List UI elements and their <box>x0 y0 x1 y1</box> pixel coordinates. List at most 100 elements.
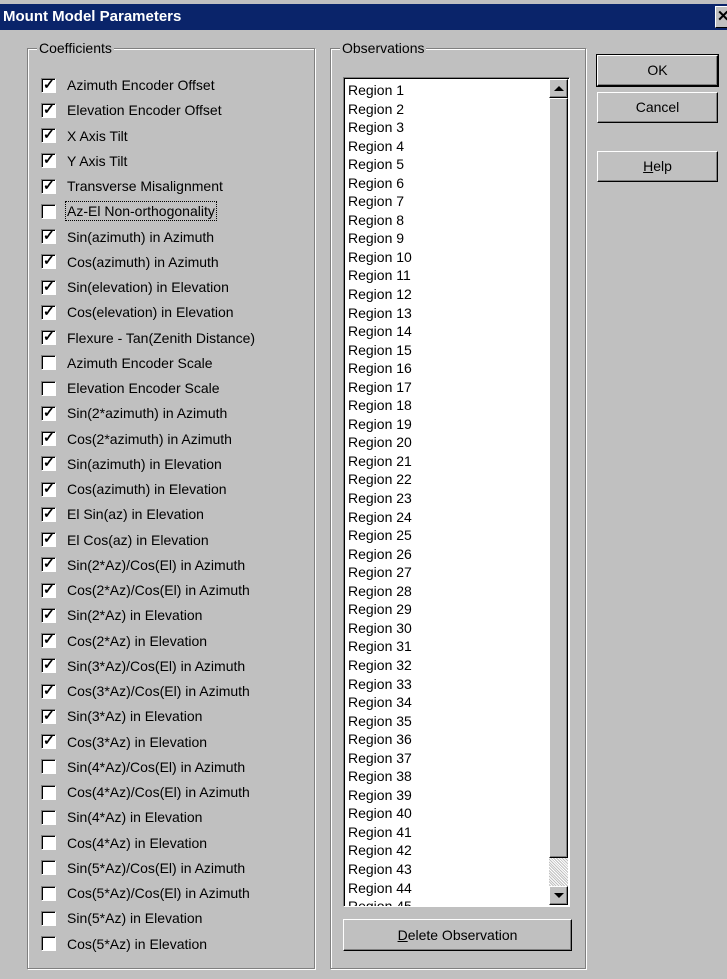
coefficient-checkbox[interactable]: Cos(4*Az) in Elevation <box>41 831 207 855</box>
coefficient-checkbox[interactable]: ✓ Sin(azimuth) in Azimuth <box>41 225 214 249</box>
coefficient-checkbox[interactable]: Cos(5*Az)/Cos(El) in Azimuth <box>41 881 250 905</box>
coefficient-checkbox[interactable]: Sin(5*Az)/Cos(El) in Azimuth <box>41 856 245 880</box>
checkbox-box[interactable]: ✓ <box>41 631 56 648</box>
list-item[interactable]: Region 12 <box>348 285 546 304</box>
list-item[interactable]: Region 16 <box>348 359 546 378</box>
list-item[interactable]: Region 22 <box>348 470 546 489</box>
list-item[interactable]: Region 39 <box>348 786 546 805</box>
coefficient-checkbox[interactable]: ✓ Sin(3*Az) in Elevation <box>41 704 202 728</box>
coefficient-checkbox[interactable]: ✓ Flexure - Tan(Zenith Distance) <box>41 326 255 350</box>
checkbox-box[interactable]: ✓ <box>41 177 56 194</box>
list-item[interactable]: Region 1 <box>348 81 546 100</box>
coefficient-checkbox[interactable]: Az-El Non-orthogonality <box>41 199 217 223</box>
coefficient-checkbox[interactable]: ✓ Cos(azimuth) in Elevation <box>41 477 227 501</box>
coefficient-checkbox[interactable]: ✓ El Cos(az) in Elevation <box>41 528 209 552</box>
list-item[interactable]: Region 4 <box>348 137 546 156</box>
list-item[interactable]: Region 41 <box>348 823 546 842</box>
list-item[interactable]: Region 38 <box>348 767 546 786</box>
coefficient-checkbox[interactable]: ✓ Sin(azimuth) in Elevation <box>41 452 222 476</box>
list-item[interactable]: Region 17 <box>348 378 546 397</box>
checkbox-box[interactable] <box>41 835 56 850</box>
coefficient-checkbox[interactable]: ✓ Cos(azimuth) in Azimuth <box>41 250 219 274</box>
checkbox-box[interactable] <box>41 380 56 396</box>
coefficient-checkbox[interactable]: Sin(4*Az)/Cos(El) in Azimuth <box>41 755 245 779</box>
coefficient-checkbox[interactable]: ✓ Transverse Misalignment <box>41 174 223 198</box>
coefficient-checkbox[interactable]: ✓ Elevation Encoder Offset <box>41 98 222 122</box>
list-item[interactable]: Region 45 <box>348 897 546 906</box>
list-item[interactable]: Region 42 <box>348 841 546 860</box>
ok-button[interactable]: OK <box>596 54 719 87</box>
list-item[interactable]: Region 32 <box>348 656 546 675</box>
observations-listbox[interactable]: Region 1 Region 2 Region 3 Region 4 Region 5… <box>343 77 570 907</box>
coefficient-checkbox[interactable]: Cos(5*Az) in Elevation <box>41 932 207 956</box>
checkbox-box[interactable]: ✓ <box>41 454 56 472</box>
checkbox-box[interactable]: ✓ <box>41 252 56 270</box>
list-item[interactable]: Region 21 <box>348 452 546 471</box>
checkbox-box[interactable] <box>41 860 56 876</box>
coefficient-checkbox[interactable]: Sin(5*Az) in Elevation <box>41 906 202 930</box>
checkbox-box[interactable] <box>41 809 56 825</box>
checkbox-box[interactable]: ✓ <box>41 151 56 169</box>
checkbox-box[interactable] <box>41 936 56 951</box>
list-item[interactable]: Region 35 <box>348 712 546 731</box>
list-item[interactable]: Region 29 <box>348 600 546 619</box>
list-item[interactable]: Region 20 <box>348 433 546 452</box>
list-item[interactable]: Region 5 <box>348 155 546 174</box>
listbox-scrollbar[interactable] <box>549 79 568 905</box>
coefficient-checkbox[interactable]: ✓ El Sin(az) in Elevation <box>41 502 204 526</box>
list-item[interactable]: Region 37 <box>348 749 546 768</box>
list-item[interactable]: Region 19 <box>348 415 546 434</box>
list-item[interactable]: Region 3 <box>348 118 546 137</box>
coefficient-checkbox[interactable]: ✓ Cos(elevation) in Elevation <box>41 300 234 324</box>
coefficient-checkbox[interactable]: Elevation Encoder Scale <box>41 376 220 400</box>
checkbox-box[interactable] <box>41 355 56 371</box>
checkbox-box[interactable]: ✓ <box>41 328 56 345</box>
list-item[interactable]: Region 8 <box>348 211 546 230</box>
checkbox-box[interactable]: ✓ <box>41 404 56 421</box>
coefficient-checkbox[interactable]: ✓ Y Axis Tilt <box>41 149 127 173</box>
list-item[interactable]: Region 36 <box>348 730 546 749</box>
list-item[interactable]: Region 27 <box>348 563 546 582</box>
checkbox-box[interactable] <box>41 759 56 775</box>
delete-observation-button[interactable]: Delete Observation <box>343 919 572 951</box>
checkbox-box[interactable] <box>41 784 56 800</box>
list-item[interactable]: Region 24 <box>348 508 546 527</box>
checkbox-box[interactable]: ✓ <box>41 126 56 143</box>
scroll-down-button[interactable] <box>549 886 568 905</box>
checkbox-box[interactable]: ✓ <box>41 656 56 674</box>
list-item[interactable]: Region 44 <box>348 879 546 898</box>
list-item[interactable]: Region 10 <box>348 248 546 267</box>
list-item[interactable]: Region 40 <box>348 804 546 823</box>
coefficient-checkbox[interactable]: ✓ Sin(3*Az)/Cos(El) in Azimuth <box>41 654 245 678</box>
checkbox-box[interactable]: ✓ <box>41 732 56 749</box>
list-item[interactable]: Region 18 <box>348 396 546 415</box>
coefficient-checkbox[interactable]: ✓ Sin(2*Az) in Elevation <box>41 603 202 627</box>
coefficient-checkbox[interactable]: Azimuth Encoder Scale <box>41 351 213 375</box>
coefficient-checkbox[interactable]: ✓ Sin(elevation) in Elevation <box>41 275 229 299</box>
checkbox-box[interactable]: ✓ <box>41 682 56 699</box>
coefficient-checkbox[interactable]: ✓ Sin(2*Az)/Cos(El) in Azimuth <box>41 553 245 577</box>
list-item[interactable]: Region 28 <box>348 582 546 601</box>
list-item[interactable]: Region 30 <box>348 619 546 638</box>
checkbox-box[interactable]: ✓ <box>41 227 56 244</box>
coefficient-checkbox[interactable]: ✓ X Axis Tilt <box>41 124 128 148</box>
list-item[interactable]: Region 43 <box>348 860 546 879</box>
coefficient-checkbox[interactable]: ✓ Azimuth Encoder Offset <box>41 73 215 97</box>
checkbox-box[interactable]: ✓ <box>41 303 56 320</box>
list-item[interactable]: Region 13 <box>348 304 546 323</box>
scroll-thumb[interactable] <box>549 98 568 858</box>
checkbox-box[interactable]: ✓ <box>41 76 56 93</box>
checkbox-box[interactable]: ✓ <box>41 606 56 623</box>
checkbox-box[interactable] <box>41 885 56 901</box>
coefficient-checkbox[interactable]: Sin(4*Az) in Elevation <box>41 805 202 829</box>
checkbox-box[interactable]: ✓ <box>41 707 56 724</box>
scroll-up-button[interactable] <box>549 79 568 98</box>
coefficient-checkbox[interactable]: ✓ Cos(2*Az)/Cos(El) in Azimuth <box>41 578 250 602</box>
list-item[interactable]: Region 11 <box>348 266 546 285</box>
list-item[interactable]: Region 26 <box>348 545 546 564</box>
coefficient-checkbox[interactable]: ✓ Cos(2*Az) in Elevation <box>41 629 207 653</box>
checkbox-box[interactable]: ✓ <box>41 429 56 446</box>
cancel-button[interactable]: Cancel <box>597 92 718 123</box>
list-item[interactable]: Region 9 <box>348 229 546 248</box>
list-item[interactable]: Region 6 <box>348 174 546 193</box>
